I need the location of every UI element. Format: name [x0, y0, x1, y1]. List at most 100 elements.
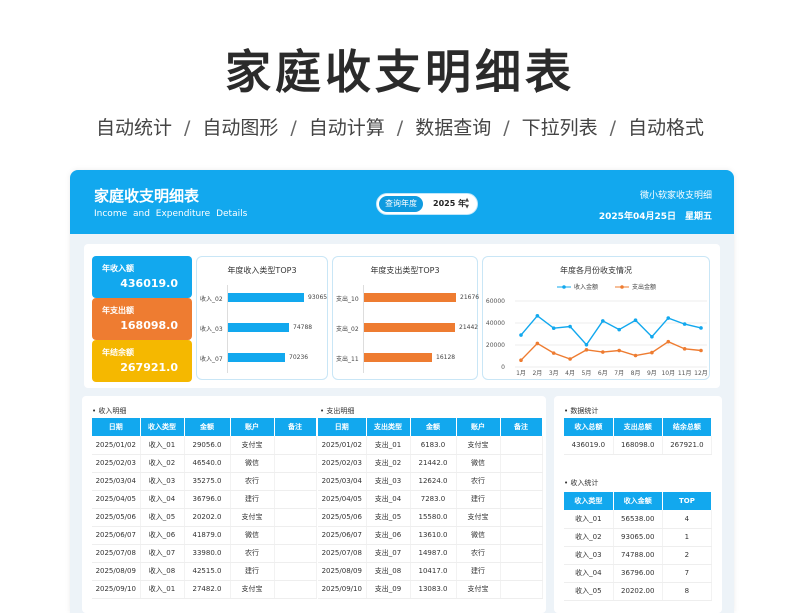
table-row[interactable]: 2025/04/05 收入_04 36796.0 建行 — [92, 490, 317, 509]
table-row[interactable]: 收入_05 20202.00 8 — [564, 582, 713, 601]
table-cell: 35275.0 — [184, 472, 231, 491]
table-cell: 支出_03 — [366, 472, 411, 491]
table-cell: 收入_06 — [140, 526, 185, 545]
table-row[interactable]: 2025/07/08 支出_07 14987.0 农行 — [318, 544, 543, 563]
table-row[interactable]: 2025/09/10 收入_01 27482.0 支付宝 — [92, 580, 317, 599]
table-cell: 36796.00 — [613, 564, 663, 583]
bar-category-label: 支出_11 — [336, 356, 359, 363]
bar-category-label: 支出_10 — [336, 296, 359, 303]
table-cell: 收入_03 — [564, 546, 614, 565]
x-tick-label: 10月 — [661, 370, 675, 377]
table-cell: 收入_08 — [140, 562, 185, 581]
table-row[interactable]: 收入_04 36796.00 7 — [564, 564, 713, 583]
table-cell: 2025/03/04 — [92, 472, 141, 491]
query-year-value[interactable]: 2025 年 — [433, 197, 466, 211]
column-header: 结余总额 — [662, 418, 713, 436]
table-cell: 建行 — [456, 562, 501, 581]
kpi-label: 年结余额 — [102, 348, 134, 357]
data-point — [551, 351, 556, 355]
table-row[interactable]: 2025/09/10 支出_09 13083.0 支付宝 — [318, 580, 543, 599]
table-cell: 支出_07 — [366, 544, 411, 563]
x-tick-label: 9月 — [647, 370, 657, 377]
x-tick-label: 8月 — [631, 370, 641, 377]
table-cell: 支出_01 — [366, 436, 411, 455]
table-cell — [500, 472, 543, 491]
spin-up-icon[interactable]: ▲ — [463, 197, 471, 204]
column-header: 收入总额 — [564, 418, 614, 436]
table-cell: 农行 — [230, 472, 275, 491]
table-cell: 13610.0 — [410, 526, 457, 545]
table-row[interactable]: 2025/02/03 支出_02 21442.0 微信 — [318, 454, 543, 473]
table-cell: 12624.0 — [410, 472, 457, 491]
bar — [228, 323, 289, 332]
year-spinner[interactable]: ▲ ▼ — [463, 197, 471, 211]
table-row[interactable]: 2025/07/08 收入_07 33980.0 农行 — [92, 544, 317, 563]
table-row[interactable]: 收入_01 56538.00 4 — [564, 510, 713, 529]
table-cell: 农行 — [456, 544, 501, 563]
feature-item: 自动格式 — [628, 117, 705, 139]
kpi-label: 年支出额 — [102, 306, 134, 315]
feature-separator: / — [609, 117, 617, 139]
expense-top3-chart: 年度支出类型TOP3 支出_10 21676 支出_02 21442 支出_11 1612… — [332, 256, 479, 380]
bar-value-label: 21442 — [459, 324, 479, 331]
spin-down-icon[interactable]: ▼ — [463, 204, 471, 211]
x-tick-label: 2月 — [532, 370, 542, 377]
table-row[interactable]: 2025/02/03 收入_02 46540.0 微信 — [92, 454, 317, 473]
income-top3-chart: 年度收入类型TOP3 收入_02 93065 收入_03 74788 收入_07 7023… — [196, 256, 328, 380]
feature-item: 数据查询 — [415, 117, 492, 139]
data-point — [617, 327, 621, 332]
data-point — [699, 326, 703, 330]
dashboard-frame: 家庭收支明细表 Income and Expenditure Details 查… — [70, 170, 734, 613]
table-row[interactable]: 2025/04/05 支出_04 7283.0 建行 — [318, 490, 543, 509]
table-cell: 2025/06/07 — [318, 526, 367, 545]
table-cell: 2025/07/08 — [318, 544, 367, 563]
query-label: 查询年度 — [379, 196, 423, 212]
table-cell: 微信 — [456, 454, 501, 473]
table-row[interactable]: 2025/01/02 收入_01 29056.0 支付宝 — [92, 436, 317, 455]
feature-separator: / — [290, 117, 297, 139]
table-cell — [274, 436, 317, 455]
table-cell — [274, 454, 317, 473]
table-row[interactable]: 2025/06/07 支出_06 13610.0 微信 — [318, 526, 543, 545]
table-row[interactable]: 收入_03 74788.00 2 — [564, 546, 713, 565]
bar — [228, 293, 304, 302]
table-row[interactable]: 2025/06/07 收入_06 41879.0 微信 — [92, 526, 317, 545]
table-cell — [500, 490, 543, 509]
dashboard-header: 家庭收支明细表 Income and Expenditure Details 查… — [70, 170, 734, 234]
column-header: 账户 — [456, 418, 501, 436]
column-header: 备注 — [274, 418, 317, 436]
table-cell: 支出_02 — [366, 454, 411, 473]
table-cell: 8 — [662, 582, 713, 601]
kpi-value: 436019.0 — [120, 277, 178, 290]
year-query[interactable]: 查询年度 2025 年 ▲ ▼ — [376, 193, 478, 215]
column-header: 金额 — [184, 418, 231, 436]
table-row[interactable]: 2025/03/04 支出_03 12624.0 农行 — [318, 472, 543, 491]
table-cell: 436019.0 — [564, 436, 614, 455]
table-row[interactable]: 2025/01/02 支出_01 6183.0 支付宝 — [318, 436, 543, 455]
table-row[interactable]: 2025/03/04 收入_03 35275.0 农行 — [92, 472, 317, 491]
x-tick-label: 3月 — [549, 370, 559, 377]
feature-item: 下拉列表 — [521, 117, 598, 139]
data-point — [682, 322, 687, 326]
table-cell: 2025/07/08 — [92, 544, 141, 563]
legend-label: 支出金额 — [632, 283, 656, 291]
table-cell: 2025/02/03 — [92, 454, 141, 473]
table-row[interactable]: 2025/08/09 收入_08 42515.0 建行 — [92, 562, 317, 581]
table-row[interactable]: 2025/08/09 支出_08 10417.0 建行 — [318, 562, 543, 581]
table-row[interactable]: 收入_02 93065.00 1 — [564, 528, 713, 547]
bar-value-label: 74788 — [293, 324, 313, 331]
table-row[interactable]: 2025/05/06 支出_05 15580.0 支付宝 — [318, 508, 543, 527]
table-cell: 2025/06/07 — [92, 526, 141, 545]
table-row[interactable]: 2025/05/06 收入_05 20202.0 支付宝 — [92, 508, 317, 527]
table-cell: 2 — [662, 546, 713, 565]
table-cell: 1 — [662, 528, 713, 547]
table-cell: 收入_04 — [564, 564, 614, 583]
detail-panel: • 收入明细 • 支出明细 日期 收入类型 金额 账户 备注 2025/01/02 收入_… — [82, 396, 546, 613]
feature-separator: / — [503, 117, 510, 139]
line-chart-canvas: 60000 40000 20000 0 1月 2月 3月 4月 5月 6月 7月 8月 9月 10月 11月… — [486, 283, 708, 377]
table-cell — [274, 508, 317, 527]
x-tick-label: 4月 — [565, 370, 575, 377]
column-header: 收入类型 — [140, 418, 185, 436]
table-cell — [500, 508, 543, 527]
table-cell — [500, 544, 543, 563]
